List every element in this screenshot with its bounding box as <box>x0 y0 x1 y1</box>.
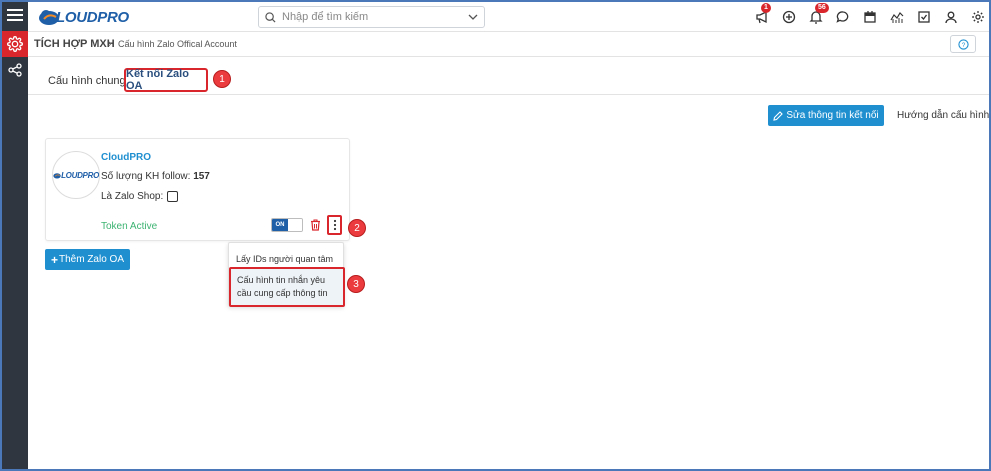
edit-connection-label: Sửa thông tin kết nối <box>786 110 879 121</box>
menu-icon[interactable] <box>2 2 28 28</box>
trash-icon[interactable] <box>310 219 321 234</box>
token-status: Token Active <box>101 221 158 232</box>
logo-text: LOUDPRO <box>56 8 129 26</box>
oa-avatar: LOUDPRO <box>52 151 100 199</box>
active-toggle[interactable]: ON <box>271 218 303 232</box>
plus-circle-icon[interactable] <box>775 8 802 26</box>
chart-icon[interactable] <box>883 8 910 26</box>
menu-item-info-request-config[interactable]: Cấu hình tin nhắn yêu cầu cung cấp thông… <box>229 267 345 307</box>
breadcrumb-current: Cấu hình Zalo Offical Account <box>118 39 237 49</box>
bell-badge: 56 <box>815 3 829 13</box>
edit-connection-button[interactable]: Sửa thông tin kết nối <box>768 105 884 126</box>
top-bar: LOUDPRO 1 56 <box>28 2 989 32</box>
help-button[interactable]: ? <box>950 35 976 53</box>
tab-general-config[interactable]: Cấu hình chung <box>48 75 126 87</box>
megaphone-icon[interactable]: 1 <box>748 3 775 26</box>
tab-bar: Cấu hình chung Kết nối Zalo OA <box>28 57 989 95</box>
zalo-shop-checkbox[interactable] <box>167 191 179 202</box>
toggle-off-area <box>288 219 302 231</box>
search-input[interactable] <box>282 11 457 23</box>
breadcrumb-separator: › <box>108 38 112 50</box>
calendar-icon[interactable] <box>856 8 883 26</box>
chevron-down-icon[interactable] <box>468 12 478 22</box>
plus-icon: + <box>50 252 58 267</box>
settings-icon[interactable] <box>964 8 991 26</box>
user-icon[interactable] <box>937 8 964 26</box>
topbar-icons: 1 56 <box>748 3 991 26</box>
task-icon[interactable] <box>910 8 937 26</box>
search-icon <box>265 11 276 23</box>
svg-text:?: ? <box>961 41 965 48</box>
step-marker-3: 3 <box>347 275 365 293</box>
breadcrumb-main[interactable]: TÍCH HỢP MXH <box>34 38 115 50</box>
settings-gear-icon[interactable] <box>2 31 28 57</box>
menu-item-get-follower-ids[interactable]: Lấy IDs người quan tâm <box>236 254 333 264</box>
follow-label: Số lượng KH follow: <box>101 171 194 182</box>
question-icon: ? <box>957 38 969 50</box>
zalo-shop-row: Là Zalo Shop: <box>101 191 179 202</box>
left-sidebar <box>2 2 28 469</box>
breadcrumb: TÍCH HỢP MXH › Cấu hình Zalo Offical Acc… <box>28 32 989 57</box>
zalo-oa-card: LOUDPRO CloudPRO Số lượng KH follow: 157… <box>45 138 350 241</box>
config-guide-link[interactable]: Hướng dẫn cấu hình <box>897 110 989 121</box>
chat-icon[interactable] <box>829 8 856 26</box>
step-marker-1: 1 <box>213 70 231 88</box>
pencil-icon <box>773 110 784 121</box>
zalo-shop-label: Là Zalo Shop: <box>101 191 164 202</box>
tab-zalo-oa-connection[interactable]: Kết nối Zalo OA <box>124 68 208 92</box>
add-zalo-oa-label: Thêm Zalo OA <box>58 254 125 265</box>
avatar-logo-text: LOUDPRO <box>61 170 99 180</box>
oa-name[interactable]: CloudPRO <box>101 152 151 163</box>
tab-zalo-oa-label: Kết nối Zalo OA <box>126 68 189 92</box>
oa-options-dropdown: Lấy IDs người quan tâm Cấu hình tin nhắn… <box>228 242 345 307</box>
bell-icon[interactable]: 56 <box>802 3 829 26</box>
toggle-on-label: ON <box>272 219 288 231</box>
search-box[interactable] <box>258 6 485 28</box>
add-zalo-oa-button[interactable]: + Thêm Zalo OA <box>45 249 130 270</box>
follow-count: 157 <box>193 171 210 182</box>
step-marker-2: 2 <box>348 219 366 237</box>
megaphone-badge: 1 <box>761 3 771 13</box>
more-options-kebab-icon[interactable] <box>327 215 342 235</box>
follow-count-row: Số lượng KH follow: 157 <box>101 171 210 182</box>
share-icon[interactable] <box>2 57 28 83</box>
cloudpro-logo[interactable]: LOUDPRO <box>38 7 129 27</box>
